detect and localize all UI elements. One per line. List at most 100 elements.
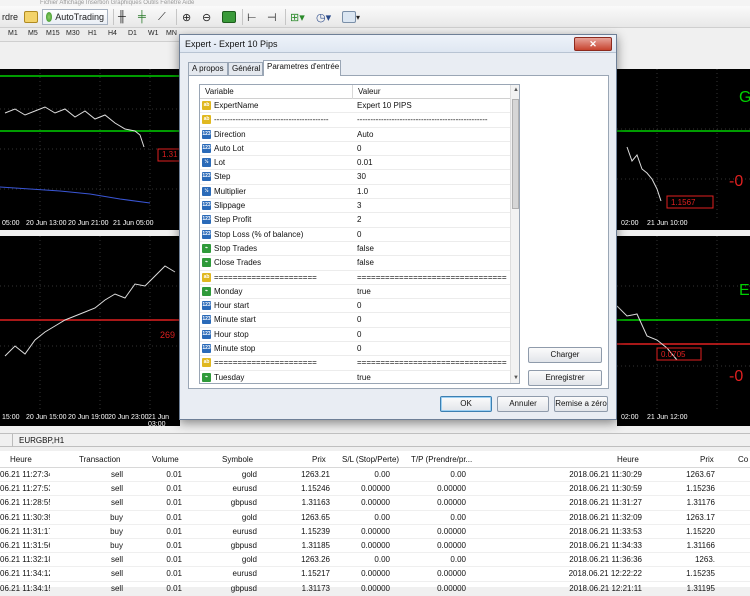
- zoom-out-button[interactable]: ⊖: [202, 9, 211, 25]
- autoscroll-button[interactable]: ⊣: [267, 9, 277, 25]
- param-value[interactable]: 0: [357, 299, 507, 313]
- column-header-variable[interactable]: Variable: [200, 85, 353, 99]
- chart-bottom-right[interactable]: E -0 0.0705: [617, 236, 750, 426]
- period-m15[interactable]: M15: [46, 30, 60, 37]
- tab-general[interactable]: Général: [228, 62, 263, 75]
- table-row[interactable]: 06.21 11:34:15 sell 0.01 gbpusd 1.31173 0.000…: [0, 582, 750, 596]
- col-header-volume[interactable]: Volume: [152, 451, 179, 468]
- param-row[interactable]: 123 Stop Loss (% of balance) 0: [200, 228, 510, 242]
- chart-top-right[interactable]: G -0 1.1567: [617, 69, 750, 230]
- col-header-symbole[interactable]: Symbole: [222, 451, 253, 468]
- param-value[interactable]: ==================================: [357, 271, 507, 285]
- scroll-thumb[interactable]: [512, 99, 519, 209]
- param-value[interactable]: ----------------------------------------…: [357, 113, 507, 127]
- param-row[interactable]: ⌁ Monday true: [200, 285, 510, 300]
- param-value[interactable]: 30: [357, 170, 507, 184]
- table-row[interactable]: 06.21 11:31:17 buy 0.01 eurusd 1.15239 0.0000…: [0, 525, 750, 539]
- param-row[interactable]: ab ====================== ================…: [200, 271, 510, 285]
- periods-button[interactable]: ◷▾: [316, 9, 331, 25]
- param-row[interactable]: ⌁ Stop Trades false: [200, 242, 510, 257]
- indicators-button[interactable]: ⊞▾: [290, 9, 305, 25]
- col-header-transaction[interactable]: Transaction: [79, 451, 121, 468]
- table-row[interactable]: 06.21 11:32:18 sell 0.01 gold 1263.26 0.00 0.0…: [0, 553, 750, 568]
- candle-chart-button[interactable]: ╪: [138, 9, 146, 25]
- table-row[interactable]: 06.21 11:34:12 sell 0.01 eurusd 1.15217 0.000…: [0, 567, 750, 582]
- scroll-up-icon[interactable]: ▲: [511, 85, 519, 95]
- chart-shift-button[interactable]: ⊢: [247, 9, 257, 25]
- param-value[interactable]: true: [357, 285, 507, 299]
- param-row[interactable]: 123 Minute start 0: [200, 313, 510, 328]
- param-row[interactable]: 123 Hour stop 0: [200, 328, 510, 343]
- param-row[interactable]: ⌁ Tuesday true: [200, 371, 510, 383]
- reset-button[interactable]: Remise a zéro: [554, 396, 608, 412]
- param-value[interactable]: 2: [357, 213, 507, 227]
- table-row[interactable]: 06.21 11:27:34 sell 0.01 gold 1263.21 0.00 0.0…: [0, 468, 750, 483]
- period-w1[interactable]: W1: [148, 30, 159, 37]
- param-value[interactable]: true: [357, 371, 507, 383]
- param-value[interactable]: 3: [357, 199, 507, 213]
- chart-top-left[interactable]: 1.31: [0, 69, 180, 230]
- param-value[interactable]: 0: [357, 228, 507, 242]
- period-h1[interactable]: H1: [88, 30, 97, 37]
- tab-a-propos[interactable]: A propos: [188, 62, 228, 75]
- tile-windows-button[interactable]: [222, 9, 236, 25]
- col-header-prix-close[interactable]: Prix: [700, 451, 714, 468]
- col-header-co[interactable]: Co: [738, 451, 748, 468]
- param-row[interactable]: 123 Step 30: [200, 170, 510, 185]
- column-header-value[interactable]: Valeur: [353, 85, 510, 99]
- param-value[interactable]: Expert 10 PIPS: [357, 99, 507, 113]
- param-value[interactable]: 0: [357, 142, 507, 156]
- chart-tab-eurgbp[interactable]: EURGBP,H1: [12, 434, 70, 447]
- table-row[interactable]: 06.21 11:28:55 sell 0.01 gbpusd 1.31163 0.000…: [0, 496, 750, 511]
- save-button[interactable]: Enregistrer: [528, 370, 602, 386]
- param-row[interactable]: ab ExpertName Expert 10 PIPS: [200, 99, 510, 114]
- close-button[interactable]: ✕: [574, 37, 612, 51]
- param-value[interactable]: 0: [357, 313, 507, 327]
- load-button[interactable]: Charger: [528, 347, 602, 363]
- col-header-heure[interactable]: Heure: [10, 451, 32, 468]
- zoom-in-button[interactable]: ⊕: [182, 9, 191, 25]
- chart-bottom-left[interactable]: 269: [0, 236, 180, 426]
- bar-chart-button[interactable]: ╫: [118, 9, 126, 25]
- param-value[interactable]: false: [357, 256, 507, 270]
- param-row[interactable]: 123 Auto Lot 0: [200, 142, 510, 157]
- col-header-tp[interactable]: T/P (Prendre/pr...: [411, 451, 472, 468]
- param-row[interactable]: ab --------------------------------------…: [200, 113, 510, 128]
- param-value[interactable]: Auto: [357, 128, 507, 142]
- param-row[interactable]: ab ====================== ================…: [200, 356, 510, 371]
- param-row[interactable]: 123 Slippage 3: [200, 199, 510, 214]
- ok-button[interactable]: OK: [440, 396, 492, 412]
- line-chart-button[interactable]: ⟋: [158, 9, 166, 25]
- table-row[interactable]: 06.21 11:30:39 buy 0.01 gold 1263.65 0.00 0.00…: [0, 511, 750, 525]
- param-value[interactable]: 0: [357, 342, 507, 356]
- period-d1[interactable]: D1: [128, 30, 137, 37]
- table-row[interactable]: 06.21 11:31:56 buy 0.01 gbpusd 1.31185 0.0000…: [0, 539, 750, 554]
- param-value[interactable]: 0.01: [357, 156, 507, 170]
- period-m5[interactable]: M5: [28, 30, 38, 37]
- period-h4[interactable]: H4: [108, 30, 117, 37]
- param-row[interactable]: ½ Lot 0.01: [200, 156, 510, 171]
- metaeditor-button[interactable]: [24, 9, 38, 25]
- col-header-heure-close[interactable]: Heure: [617, 451, 639, 468]
- param-value[interactable]: 1.0: [357, 185, 507, 199]
- period-mn[interactable]: MN: [166, 30, 177, 37]
- param-row[interactable]: 123 Minute stop 0: [200, 342, 510, 357]
- param-row[interactable]: 123 Direction Auto: [200, 128, 510, 142]
- param-row[interactable]: 123 Step Profit 2: [200, 213, 510, 228]
- new-order-button[interactable]: rdre: [2, 9, 18, 25]
- cancel-button[interactable]: Annuler: [497, 396, 549, 412]
- param-row[interactable]: ½ Multiplier 1.0: [200, 185, 510, 200]
- col-header-prix[interactable]: Prix: [312, 451, 326, 468]
- tab-parametres-entree[interactable]: Parametres d'entrée: [263, 60, 341, 76]
- param-value[interactable]: 0: [357, 328, 507, 342]
- param-value[interactable]: ==================================: [357, 356, 507, 370]
- grid-scrollbar[interactable]: ▲ ▼: [510, 85, 519, 383]
- param-row[interactable]: 123 Hour start 0: [200, 299, 510, 314]
- param-value[interactable]: false: [357, 242, 507, 256]
- templates-button[interactable]: ▾: [342, 9, 360, 25]
- table-row[interactable]: 06.21 11:27:53 sell 0.01 eurusd 1.15246 0.000…: [0, 482, 750, 497]
- autotrading-button[interactable]: AutoTrading: [42, 9, 108, 25]
- param-row[interactable]: ⌁ Close Trades false: [200, 256, 510, 271]
- period-m1[interactable]: M1: [8, 30, 18, 37]
- period-m30[interactable]: M30: [66, 30, 80, 37]
